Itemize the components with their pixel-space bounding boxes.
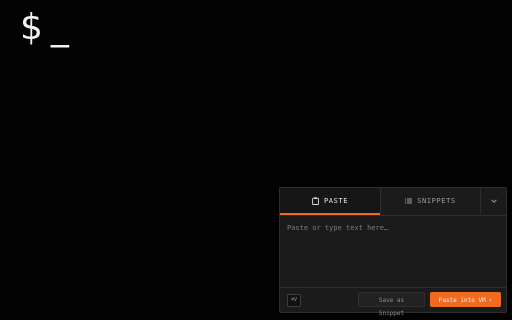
tab-paste-label: PASTE xyxy=(323,197,349,205)
tab-snippets-label: SNIPPETS xyxy=(417,197,456,205)
panel-tabs: PASTE SNIPPETS xyxy=(280,188,506,216)
paste-into-vm-label: Paste into VM xyxy=(438,297,486,304)
save-snippet-button[interactable]: Save as Snippet xyxy=(358,292,425,317)
chevron-down-icon xyxy=(490,199,497,203)
paste-shortcut-hint: ⌘V xyxy=(287,294,302,307)
panel-footer: ⌘V Save as Snippet Paste into VM › xyxy=(280,287,506,317)
chevron-right-icon: › xyxy=(488,297,493,304)
vm-screen[interactable]: $ _ PASTE SNIPPETS Paste or type text he… xyxy=(0,0,512,320)
terminal-prompt: $ _ xyxy=(20,8,69,48)
clipboard-icon xyxy=(312,197,319,205)
paste-into-vm-button[interactable]: Paste into VM › xyxy=(430,292,501,307)
panel-collapse-button[interactable] xyxy=(480,188,506,214)
prompt-symbol: $ xyxy=(20,7,43,48)
tab-snippets[interactable]: SNIPPETS xyxy=(380,188,480,214)
paste-text-input[interactable] xyxy=(280,216,506,287)
tab-paste[interactable]: PASTE xyxy=(280,188,380,215)
list-icon xyxy=(405,198,413,204)
paste-panel: PASTE SNIPPETS Paste or type text here… … xyxy=(279,187,507,317)
terminal-cursor: _ xyxy=(50,7,69,48)
